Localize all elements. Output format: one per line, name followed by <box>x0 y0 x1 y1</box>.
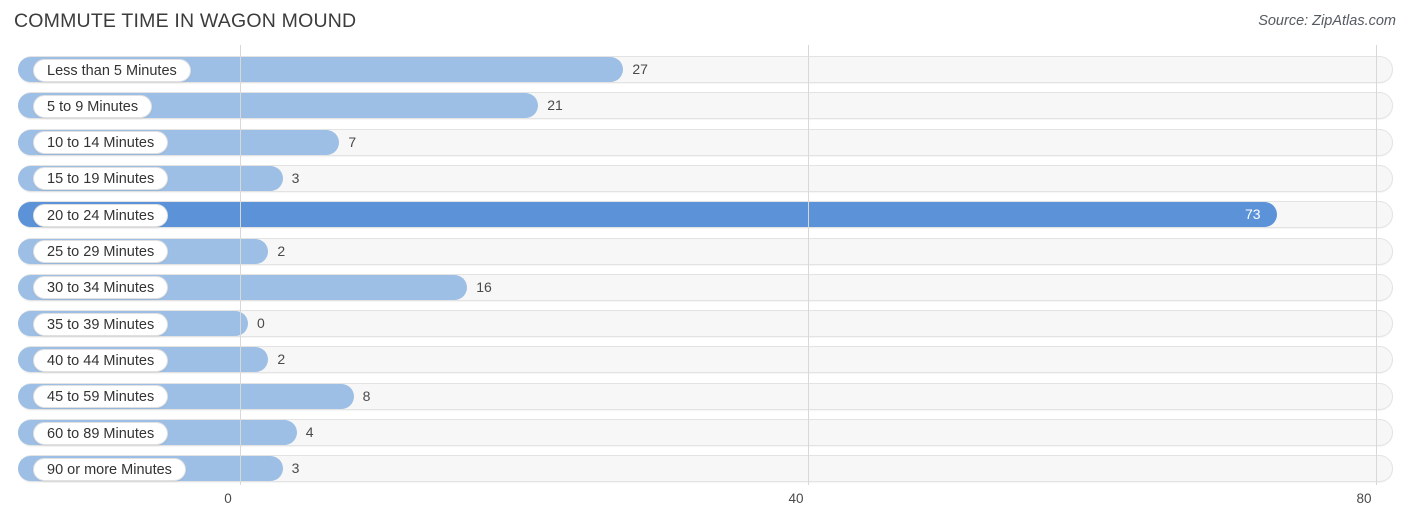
gridline-80 <box>1376 45 1377 485</box>
chart-row[interactable]: 25 to 29 Minutes 2 <box>0 234 1406 270</box>
bar-value-label: 3 <box>291 460 300 477</box>
chart-row[interactable]: 30 to 34 Minutes 16 <box>0 270 1406 306</box>
category-label: 20 to 24 Minutes <box>33 203 169 227</box>
chart-row[interactable]: 10 to 14 Minutes 7 <box>0 125 1406 161</box>
bar-value-label: 27 <box>632 61 648 77</box>
gridline-0 <box>240 45 241 485</box>
category-label: Less than 5 Minutes <box>33 58 191 82</box>
x-axis: 0 40 80 <box>0 485 1406 523</box>
bar-value-label: 7 <box>348 133 357 150</box>
bar-value-label: 0 <box>257 315 265 332</box>
x-tick-label: 0 <box>224 491 232 506</box>
gridline-40 <box>808 45 809 485</box>
chart-row[interactable]: 60 to 89 Minutes 4 <box>0 415 1406 451</box>
bar-value-label: 3 <box>291 169 300 186</box>
category-label: 60 to 89 Minutes <box>33 421 169 445</box>
category-label: 10 to 14 Minutes <box>33 131 169 155</box>
bar-value-label: 2 <box>277 242 286 259</box>
bar[interactable] <box>18 202 1277 228</box>
bar-value-label: 73 <box>1245 206 1261 223</box>
chart-row[interactable]: 40 to 44 Minutes 2 <box>0 342 1406 378</box>
category-label: 25 to 29 Minutes <box>33 240 169 263</box>
bar-value-label: 2 <box>277 351 286 368</box>
chart-row[interactable]: 5 to 9 Minutes 21 <box>0 88 1406 124</box>
chart-row[interactable]: 20 to 24 Minutes 73 <box>0 197 1406 233</box>
page-title: COMMUTE TIME IN WAGON MOUND <box>14 10 357 32</box>
category-label: 30 to 34 Minutes <box>33 276 169 300</box>
bar-value-label: 21 <box>547 97 563 114</box>
chart-row[interactable]: 35 to 39 Minutes 0 <box>0 306 1406 342</box>
category-label: 35 to 39 Minutes <box>33 312 169 336</box>
chart-row[interactable]: 15 to 19 Minutes 3 <box>0 161 1406 197</box>
category-label: 5 to 9 Minutes <box>33 94 153 118</box>
chart-header: COMMUTE TIME IN WAGON MOUND Source: ZipA… <box>0 0 1406 45</box>
x-tick-label: 40 <box>788 491 804 506</box>
bar-value-label: 4 <box>305 424 314 440</box>
bar-value-label: 16 <box>476 278 492 295</box>
bar-value-label: 8 <box>362 387 371 404</box>
x-tick-label: 80 <box>1356 491 1372 506</box>
chart-row[interactable]: Less than 5 Minutes 27 <box>0 52 1406 88</box>
category-label: 90 or more Minutes <box>33 457 186 481</box>
chart-row[interactable]: 90 or more Minutes 3 <box>0 451 1406 487</box>
source-attribution: Source: ZipAtlas.com <box>1258 13 1396 29</box>
chart-plot-area: Less than 5 Minutes 27 5 to 9 Minutes 21 10 … <box>0 45 1406 485</box>
chart-row[interactable]: 45 to 59 Minutes 8 <box>0 379 1406 415</box>
category-label: 15 to 19 Minutes <box>33 167 169 191</box>
category-label: 45 to 59 Minutes <box>33 385 169 409</box>
category-label: 40 to 44 Minutes <box>33 348 169 372</box>
